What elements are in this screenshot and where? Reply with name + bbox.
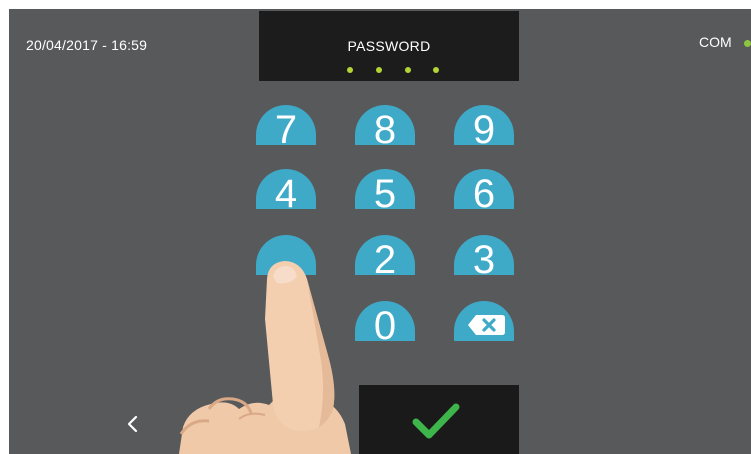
key-label: 9 bbox=[472, 108, 496, 152]
password-label: PASSWORD bbox=[347, 38, 431, 54]
password-dot bbox=[433, 67, 439, 73]
password-panel: PASSWORD bbox=[259, 11, 519, 81]
key-2[interactable]: 2 bbox=[355, 235, 415, 282]
password-dot bbox=[405, 67, 411, 73]
back-button[interactable] bbox=[121, 409, 145, 439]
password-dots bbox=[347, 67, 439, 75]
key-1[interactable] bbox=[256, 235, 316, 275]
key-label: 3 bbox=[472, 238, 496, 282]
key-label: 8 bbox=[373, 108, 397, 152]
confirm-button[interactable] bbox=[359, 385, 519, 454]
chevron-left-icon bbox=[127, 415, 138, 433]
key-label: 5 bbox=[373, 172, 397, 216]
key-label: 2 bbox=[373, 238, 397, 282]
key-3[interactable]: 3 bbox=[454, 235, 514, 282]
com-status-label: COM bbox=[699, 34, 732, 50]
key-label: 6 bbox=[472, 172, 496, 216]
key-label: 0 bbox=[373, 304, 397, 348]
key-6[interactable]: 6 bbox=[454, 169, 514, 216]
key-label: 4 bbox=[274, 172, 298, 216]
checkmark-icon bbox=[412, 403, 460, 439]
key-label: 7 bbox=[274, 108, 298, 152]
key-8[interactable]: 8 bbox=[355, 105, 415, 152]
backspace-key[interactable] bbox=[454, 301, 514, 341]
key-4[interactable]: 4 bbox=[256, 169, 316, 216]
intercom-screen: 20/04/2017 - 16:59 COM PASSWORD 7 8 9 4 … bbox=[9, 9, 751, 454]
backspace-icon bbox=[468, 315, 505, 335]
password-dot bbox=[376, 67, 382, 73]
key-9[interactable]: 9 bbox=[454, 105, 514, 152]
com-status-indicator bbox=[744, 40, 751, 47]
key-0[interactable]: 0 bbox=[355, 301, 415, 348]
password-dot bbox=[347, 67, 353, 73]
key-5[interactable]: 5 bbox=[355, 169, 415, 216]
datetime-display: 20/04/2017 - 16:59 bbox=[26, 37, 148, 53]
key-7[interactable]: 7 bbox=[256, 105, 316, 152]
